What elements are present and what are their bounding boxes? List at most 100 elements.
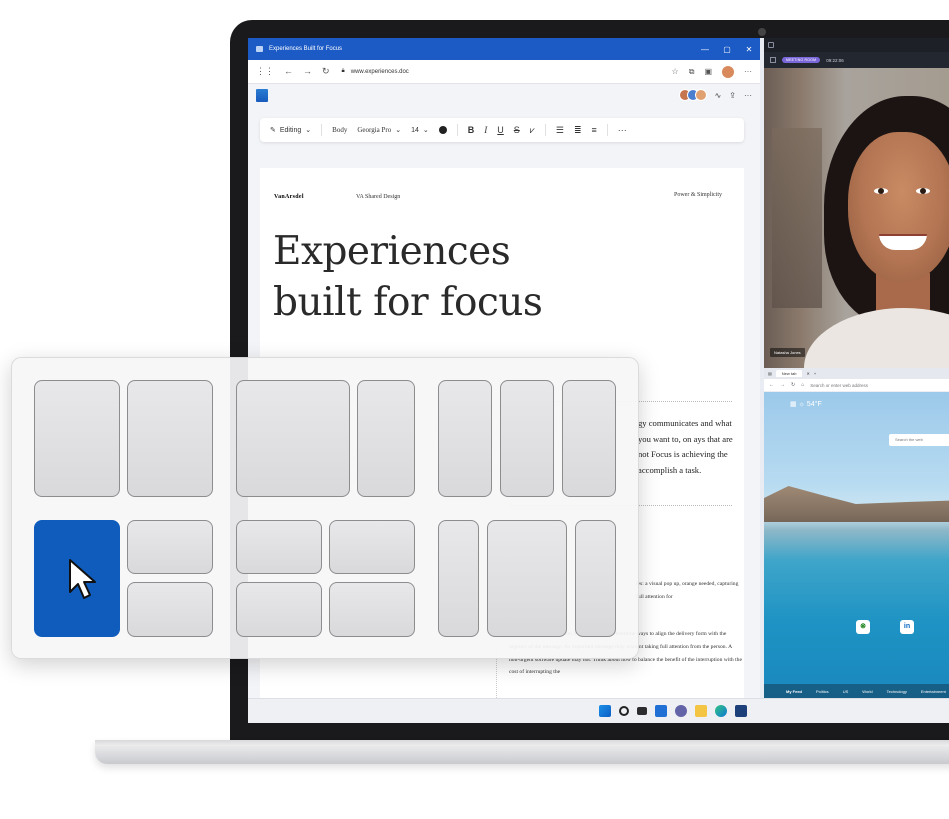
- teams-chat-icon[interactable]: [675, 705, 687, 717]
- address-bar: ⋮⋮ ← → ↻ 🔒︎ www.experiences.doc ☆ ⧉ ▣ ··…: [248, 60, 760, 84]
- divider: [606, 124, 608, 136]
- laptop-base-lip: [95, 740, 949, 746]
- snap-zone-side-left[interactable]: [438, 520, 479, 637]
- web-search-input[interactable]: Search the web: [889, 434, 949, 446]
- snap-zone-third-left[interactable]: [438, 380, 492, 497]
- linkedin-icon[interactable]: in: [900, 620, 914, 634]
- share-icon[interactable]: ⇪: [729, 91, 736, 100]
- more-icon[interactable]: ···: [744, 67, 752, 76]
- xbox-icon[interactable]: ⊗: [856, 620, 870, 634]
- window-icon: [768, 42, 774, 48]
- home-icon[interactable]: ⌂: [801, 382, 804, 388]
- url-field[interactable]: 🔒︎ www.experiences.doc: [342, 68, 409, 75]
- refresh-icon[interactable]: ↻: [791, 382, 795, 388]
- font-dropdown[interactable]: Georgia Pro ⌄: [357, 126, 401, 134]
- maximize-icon[interactable]: ▢: [716, 45, 738, 54]
- underline-icon[interactable]: U: [497, 125, 504, 135]
- collections-icon[interactable]: ▣: [704, 67, 712, 76]
- feed-tab[interactable]: US: [843, 689, 849, 694]
- pencil-icon: ✎: [270, 127, 276, 134]
- windows-start-icon[interactable]: [599, 705, 611, 717]
- snap-zone-third-center[interactable]: [500, 380, 554, 497]
- browser-actions: ☆ ⧉ ▣ ···: [672, 65, 752, 78]
- strikethrough-icon[interactable]: S: [514, 125, 520, 135]
- activity-icon[interactable]: ∿: [715, 91, 722, 100]
- layout-icon[interactable]: [770, 57, 776, 63]
- person-eye: [874, 188, 888, 194]
- snap-zone-side-right[interactable]: [575, 520, 616, 637]
- snap-zone-third-right[interactable]: [562, 380, 616, 497]
- tab-new[interactable]: New tab: [775, 370, 803, 377]
- video-call-window: MEETING ROOM 09:22:06 Natasha Jones: [764, 38, 949, 368]
- snap-zone-center-wide[interactable]: [487, 520, 567, 637]
- forward-icon[interactable]: →: [303, 66, 312, 77]
- feed-tab[interactable]: World: [862, 689, 872, 694]
- word-logo-icon[interactable]: [256, 88, 268, 102]
- bullets-icon[interactable]: ☰: [556, 125, 564, 136]
- refresh-icon[interactable]: ↻: [322, 66, 330, 77]
- snap-zone-grid-top-left[interactable]: [236, 520, 322, 574]
- snap-zone-quad-top-right[interactable]: [127, 520, 213, 574]
- weather-widget[interactable]: ▦ ☼ 54°F: [790, 400, 822, 408]
- back-icon[interactable]: ←: [769, 382, 774, 388]
- highlighter-icon[interactable]: ⩗: [530, 125, 535, 136]
- task-view-icon[interactable]: [637, 707, 647, 715]
- mouse-pointer-icon: [69, 559, 96, 599]
- doc-header-right: Power & Simplicity: [674, 192, 722, 198]
- search-icon[interactable]: [619, 706, 629, 716]
- chevron-down-icon: ⌄: [422, 127, 429, 134]
- minimize-icon[interactable]: —: [694, 45, 716, 54]
- store-icon[interactable]: [735, 705, 747, 717]
- font-size-dropdown[interactable]: 14 ⌄: [411, 126, 429, 135]
- file-explorer-icon[interactable]: [695, 705, 707, 717]
- feed-tab[interactable]: Politics: [816, 689, 829, 694]
- snap-zone-grid-bottom-left[interactable]: [236, 582, 322, 637]
- font-color-icon[interactable]: [438, 126, 447, 134]
- window-controls: — ▢ ✕: [694, 45, 760, 54]
- more-icon[interactable]: ···: [744, 91, 752, 100]
- window-icon: [256, 46, 263, 52]
- edge-browser-window: ▤ New tab ✕ + ← → ↻ ⌂ Search or enter we…: [764, 368, 949, 698]
- back-icon[interactable]: ←: [284, 66, 293, 77]
- profile-avatar[interactable]: [722, 65, 734, 78]
- favorites-icon[interactable]: ☆: [672, 67, 679, 76]
- chevron-down-icon: ⌄: [305, 127, 312, 134]
- close-icon[interactable]: ✕: [738, 45, 760, 54]
- numbering-icon[interactable]: ≣: [574, 125, 582, 136]
- snap-layouts-flyout: [11, 357, 639, 659]
- background-hills: [764, 486, 949, 522]
- extensions-icon[interactable]: ⧉: [689, 67, 695, 77]
- style-dropdown[interactable]: Body: [332, 126, 347, 134]
- font-size-label: 14: [411, 126, 419, 134]
- snap-zone-half-left[interactable]: [34, 380, 120, 497]
- snap-zone-narrow-right[interactable]: [357, 380, 415, 497]
- feed-tab[interactable]: Technology: [887, 689, 907, 694]
- coauthor-avatars[interactable]: [678, 89, 707, 101]
- more-icon[interactable]: ···: [618, 125, 627, 135]
- snap-zone-half-right[interactable]: [127, 380, 213, 497]
- bold-icon[interactable]: B: [468, 125, 475, 135]
- snap-zone-grid-top-right[interactable]: [329, 520, 415, 574]
- snap-zone-wide-left[interactable]: [236, 380, 350, 497]
- url-text: www.experiences.doc: [350, 68, 409, 75]
- feed-tab[interactable]: Entertainment: [921, 689, 946, 694]
- widgets-icon[interactable]: [655, 705, 667, 717]
- divider: [321, 124, 323, 136]
- italic-icon[interactable]: I: [484, 125, 487, 135]
- title-bar[interactable]: Experiences Built for Focus — ▢ ✕: [248, 38, 760, 60]
- background-shelf: [772, 128, 822, 308]
- new-tab-icon[interactable]: +: [814, 371, 816, 376]
- close-icon[interactable]: ✕: [806, 371, 809, 376]
- feed-tab[interactable]: My Feed: [786, 689, 802, 694]
- editing-mode-dropdown[interactable]: ✎ Editing ⌄: [270, 126, 312, 135]
- window-title: Experiences Built for Focus: [269, 46, 343, 52]
- forward-icon[interactable]: →: [780, 382, 785, 388]
- snap-zone-grid-bottom-right[interactable]: [329, 582, 415, 637]
- weather-temp: 54°F: [806, 401, 822, 408]
- browser-url-input[interactable]: Search or enter web address: [810, 383, 868, 388]
- edge-icon[interactable]: [715, 705, 727, 717]
- snap-zone-quad-bottom-right[interactable]: [127, 582, 213, 637]
- apps-grid-icon[interactable]: ⋮⋮: [256, 66, 274, 77]
- align-icon[interactable]: ≡: [592, 125, 597, 135]
- tab-actions-icon[interactable]: ▤: [768, 371, 772, 376]
